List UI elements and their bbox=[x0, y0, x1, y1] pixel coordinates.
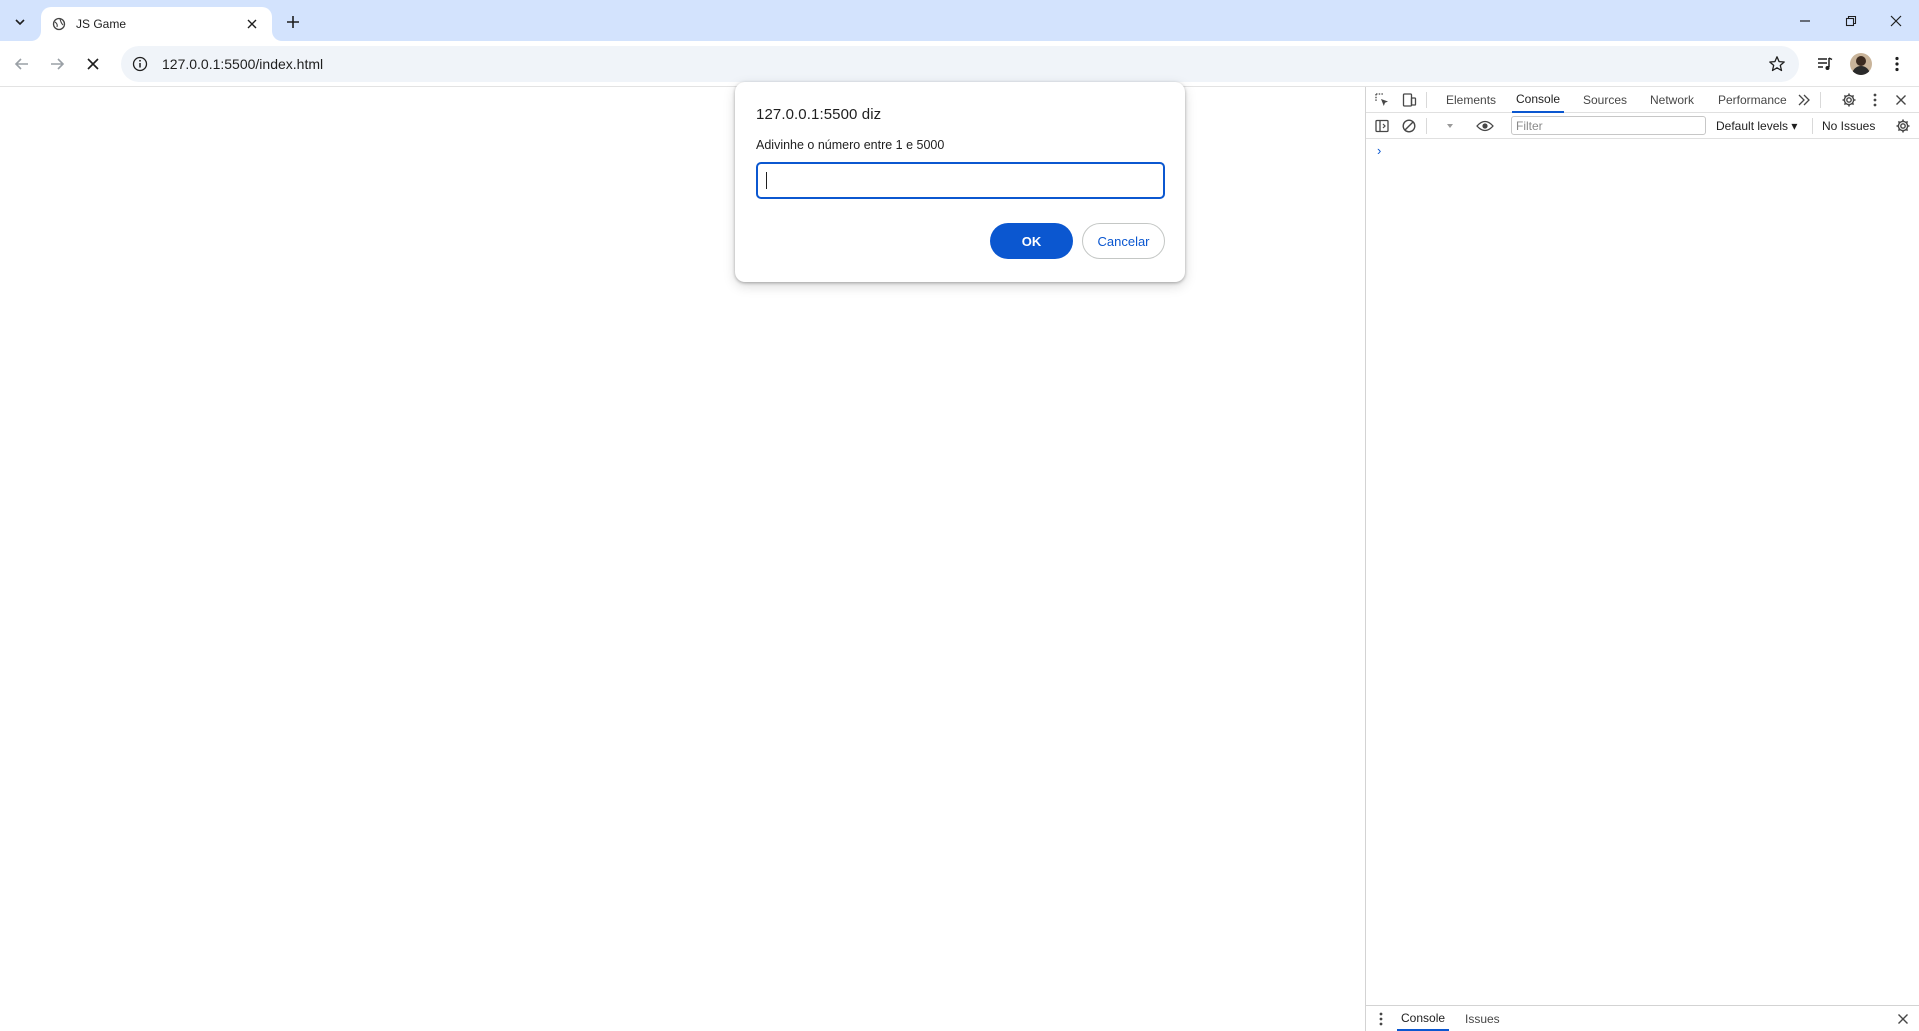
console-filter-bar: Default levels ▾ No Issues bbox=[1366, 113, 1919, 139]
devtools-panel: Elements Console Sources Network Perform… bbox=[1365, 87, 1919, 1031]
devtools-drawer: Console Issues bbox=[1366, 1005, 1919, 1031]
eye-icon[interactable] bbox=[1474, 115, 1496, 137]
kebab-menu-icon[interactable] bbox=[1864, 89, 1886, 111]
tab-performance[interactable]: Performance bbox=[1714, 87, 1791, 113]
console-prompt[interactable]: › bbox=[1377, 143, 1381, 158]
console-filter-input[interactable] bbox=[1511, 116, 1706, 135]
close-icon[interactable] bbox=[1892, 1008, 1914, 1030]
clear-console-icon[interactable] bbox=[1398, 115, 1420, 137]
tab-console[interactable]: Console bbox=[1512, 87, 1565, 113]
context-dropdown-icon[interactable] bbox=[1439, 115, 1461, 137]
cancel-button[interactable]: Cancelar bbox=[1082, 223, 1165, 259]
tab-sources[interactable]: Sources bbox=[1579, 87, 1631, 113]
media-queue-icon bbox=[1818, 57, 1833, 70]
url-text[interactable]: 127.0.0.1:5500/index.html bbox=[162, 56, 1799, 72]
chevron-down-icon bbox=[15, 19, 25, 26]
forward-button[interactable] bbox=[41, 48, 73, 80]
devtools-tab-bar: Elements Console Sources Network Perform… bbox=[1366, 87, 1919, 113]
gear-icon[interactable] bbox=[1838, 89, 1860, 111]
browser-menu-button[interactable] bbox=[1881, 48, 1913, 80]
info-icon[interactable] bbox=[126, 50, 154, 78]
window-close-button[interactable] bbox=[1873, 0, 1919, 41]
dialog-title: 127.0.0.1:5500 diz bbox=[756, 106, 882, 123]
plus-icon bbox=[287, 16, 299, 28]
ok-button[interactable]: OK bbox=[990, 223, 1073, 259]
arrow-right-icon bbox=[51, 58, 65, 70]
tab-strip: JS Game bbox=[0, 0, 1919, 41]
dialog-message: Adivinhe o número entre 1 e 5000 bbox=[756, 138, 945, 152]
divider bbox=[1812, 118, 1813, 134]
browser-toolbar: 127.0.0.1:5500/index.html bbox=[0, 41, 1919, 87]
close-icon bbox=[87, 58, 99, 70]
tab-js-game[interactable]: JS Game bbox=[41, 7, 272, 41]
close-icon bbox=[1890, 15, 1902, 26]
tab-network[interactable]: Network bbox=[1646, 87, 1698, 113]
globe-icon bbox=[51, 16, 67, 32]
kebab-menu-icon[interactable] bbox=[1370, 1008, 1392, 1030]
prompt-input[interactable] bbox=[756, 162, 1165, 199]
divider bbox=[1426, 92, 1427, 108]
kebab-menu-icon bbox=[1895, 56, 1899, 72]
drawer-tab-issues[interactable]: Issues bbox=[1461, 1006, 1504, 1031]
close-icon[interactable] bbox=[1890, 89, 1912, 111]
tab-title: JS Game bbox=[76, 17, 127, 31]
restore-button[interactable] bbox=[1828, 0, 1874, 41]
text-caret bbox=[766, 172, 767, 189]
address-bar[interactable]: 127.0.0.1:5500/index.html bbox=[121, 46, 1799, 82]
drawer-tab-console[interactable]: Console bbox=[1397, 1006, 1450, 1031]
restore-icon bbox=[1845, 15, 1857, 26]
divider bbox=[1820, 92, 1821, 108]
bookmark-star-icon[interactable] bbox=[1763, 50, 1791, 78]
log-levels-dropdown[interactable]: Default levels ▾ bbox=[1716, 113, 1797, 139]
stop-loading-button[interactable] bbox=[77, 48, 109, 80]
tab-elements[interactable]: Elements bbox=[1442, 87, 1500, 113]
minimize-icon bbox=[1800, 19, 1810, 22]
divider bbox=[1426, 118, 1427, 134]
arrow-left-icon bbox=[14, 58, 28, 70]
inspect-element-icon[interactable] bbox=[1371, 89, 1393, 111]
minimize-button[interactable] bbox=[1782, 0, 1828, 41]
avatar bbox=[1850, 53, 1872, 75]
profile-button[interactable] bbox=[1845, 48, 1877, 80]
close-icon[interactable] bbox=[242, 14, 262, 34]
prompt-dialog: 127.0.0.1:5500 diz Adivinhe o número ent… bbox=[735, 82, 1185, 282]
gear-icon[interactable] bbox=[1892, 115, 1914, 137]
media-control-button[interactable] bbox=[1809, 48, 1841, 80]
more-tabs-icon[interactable] bbox=[1793, 89, 1815, 111]
back-button[interactable] bbox=[6, 48, 38, 80]
new-tab-button[interactable] bbox=[279, 8, 307, 36]
issues-counter[interactable]: No Issues bbox=[1822, 113, 1875, 139]
sidebar-toggle-icon[interactable] bbox=[1371, 115, 1393, 137]
device-toolbar-icon[interactable] bbox=[1398, 89, 1420, 111]
